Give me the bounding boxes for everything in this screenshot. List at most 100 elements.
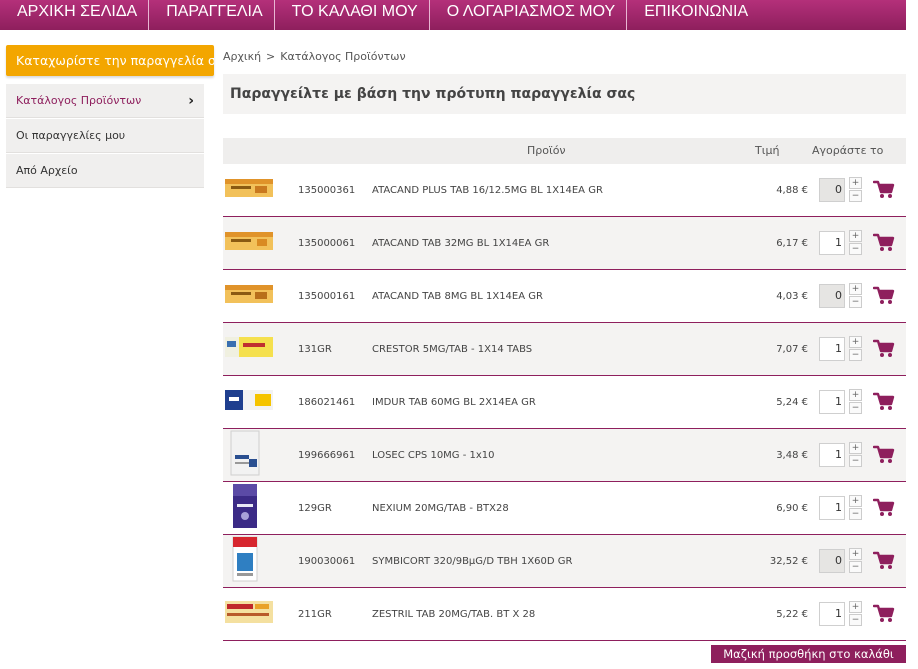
product-name[interactable]: LOSEC CPS 10MG - 1x10 [372,429,495,482]
product-name[interactable]: ATACAND PLUS TAB 16/12.5MG BL 1X14EA GR [372,164,603,217]
quantity-stepper: + − [849,601,862,626]
increment-button[interactable]: + [849,495,862,507]
decrement-button[interactable]: − [849,508,862,520]
header-product: Προϊόν [527,144,566,157]
product-thumbnail[interactable] [225,335,273,363]
quantity-input[interactable]: 0 [819,549,845,573]
product-code: 211GR [298,609,332,620]
quantity-input[interactable]: 1 [819,602,845,626]
decrement-button[interactable]: − [849,455,862,467]
table-row: 211GR ZESTRIL TAB 20MG/TAB. BT X 28 5,22 €… [223,588,906,641]
increment-button[interactable]: + [849,389,862,401]
cart-icon[interactable] [872,339,895,363]
table-row: 186021461 IMDUR TAB 60MG BL 2X14EA GR 5,24… [223,376,906,429]
nav-home[interactable]: ΑΡΧΙΚΗ ΣΕΛΙΔΑ [0,0,150,30]
product-thumbnail[interactable] [225,599,273,629]
product-name[interactable]: ATACAND TAB 32MG BL 1X14EA GR [372,217,549,270]
increment-button[interactable]: + [849,336,862,348]
page-title-bar: Παραγγείλτε με βάση την πρότυπη παραγγελ… [223,74,906,114]
cart-icon[interactable] [872,233,895,257]
product-price: 4,03 € [776,291,808,302]
product-name[interactable]: ATACAND TAB 8MG BL 1X14EA GR [372,270,543,323]
quantity-stepper: + − [849,442,862,467]
sidebar-item-catalog[interactable]: Κατάλογος Προϊόντων › [6,84,204,118]
decrement-button[interactable]: − [849,190,862,202]
nav-order[interactable]: ΠΑΡΑΓΓΕΛΙΑ [149,0,275,30]
increment-button[interactable]: + [849,548,862,560]
quantity-input[interactable]: 1 [819,443,845,467]
product-name[interactable]: CRESTOR 5MG/TAB - 1X14 TABS [372,323,532,376]
submit-order-button[interactable]: Καταχωρίστε την παραγγελία σας [6,45,214,76]
increment-button[interactable]: + [849,442,862,454]
decrement-button[interactable]: − [849,349,862,361]
decrement-button[interactable]: − [849,561,862,573]
nav-contact[interactable]: ΕΠΙΚΟΙΝΩΝΙΑ [627,0,759,30]
product-code: 186021461 [298,397,356,408]
quantity-input[interactable]: 1 [819,390,845,414]
increment-button[interactable]: + [849,230,862,242]
decrement-button[interactable]: − [849,614,862,626]
product-thumbnail[interactable] [225,429,265,481]
quantity-stepper: + − [849,177,862,202]
cart-icon[interactable] [872,286,895,310]
quantity-input[interactable]: 1 [819,337,845,361]
product-thumbnail[interactable] [225,535,265,587]
increment-button[interactable]: + [849,601,862,613]
product-thumbnail[interactable] [225,177,273,203]
breadcrumb-separator: > [266,50,276,63]
increment-button[interactable]: + [849,283,862,295]
product-price: 5,24 € [776,397,808,408]
decrement-button[interactable]: − [849,243,862,255]
quantity-input[interactable]: 0 [819,178,845,202]
page-title: Παραγγείλτε με βάση την πρότυπη παραγγελ… [230,86,636,102]
product-thumbnail[interactable] [225,388,273,416]
product-code: 129GR [298,503,332,514]
product-thumbnail[interactable] [225,230,273,256]
product-code: 131GR [298,344,332,355]
product-name[interactable]: ZESTRIL TAB 20MG/TAB. BT X 28 [372,588,535,641]
increment-button[interactable]: + [849,177,862,189]
product-thumbnail[interactable] [225,482,265,534]
nav-account[interactable]: Ο ΛΟΓΑΡΙΑΣΜΟΣ ΜΟΥ [430,0,628,30]
breadcrumb-home[interactable]: Αρχική [223,50,261,63]
table-row: 129GR NEXIUM 20MG/TAB - BTX28 6,90 €1 + − [223,482,906,535]
quantity-input[interactable]: 0 [819,284,845,308]
sidebar-item-my-orders[interactable]: Οι παραγγελίες μου [6,119,204,153]
product-code: 199666961 [298,450,356,461]
header-buy: Αγοράστε το [812,144,884,157]
quantity-stepper: + − [849,230,862,255]
product-code: 190030061 [298,556,356,567]
cart-icon[interactable] [872,498,895,522]
nav-cart[interactable]: ΤΟ ΚΑΛΑΘΙ ΜΟΥ [275,0,430,30]
quantity-stepper: + − [849,283,862,308]
table-row: 131GR CRESTOR 5MG/TAB - 1X14 TABS 7,07 €1 +… [223,323,906,376]
decrement-button[interactable]: − [849,296,862,308]
cart-icon[interactable] [872,551,895,575]
bulk-add-to-cart-button[interactable]: Μαζική προσθήκη στο καλάθι [711,645,906,663]
quantity-input[interactable]: 1 [819,496,845,520]
product-price: 5,22 € [776,609,808,620]
decrement-button[interactable]: − [849,402,862,414]
product-name[interactable]: SYMBICORT 320/9ΒμG/D TBH 1X60D GR [372,535,572,588]
quantity-stepper: + − [849,495,862,520]
header-price: Τιμή [755,144,780,157]
cart-icon[interactable] [872,604,895,628]
cart-icon[interactable] [872,180,895,204]
product-price: 4,88 € [776,185,808,196]
quantity-stepper: + − [849,548,862,573]
sidebar-item-label: Οι παραγγελίες μου [16,129,126,142]
product-name[interactable]: IMDUR TAB 60MG BL 2X14EA GR [372,376,536,429]
table-row: 199666961 LOSEC CPS 10MG - 1x10 3,48 €1 + − [223,429,906,482]
cart-icon[interactable] [872,392,895,416]
sidebar-item-label: Από Αρχείο [16,164,78,177]
cart-icon[interactable] [872,445,895,469]
quantity-stepper: + − [849,389,862,414]
product-code: 135000361 [298,185,356,196]
product-thumbnail[interactable] [225,283,273,309]
sidebar-item-from-file[interactable]: Από Αρχείο [6,154,204,188]
breadcrumb-current[interactable]: Κατάλογος Προϊόντων [280,50,405,63]
product-price: 6,17 € [776,238,808,249]
quantity-input[interactable]: 1 [819,231,845,255]
sidebar-item-label: Κατάλογος Προϊόντων [16,94,142,107]
product-name[interactable]: NEXIUM 20MG/TAB - BTX28 [372,482,509,535]
